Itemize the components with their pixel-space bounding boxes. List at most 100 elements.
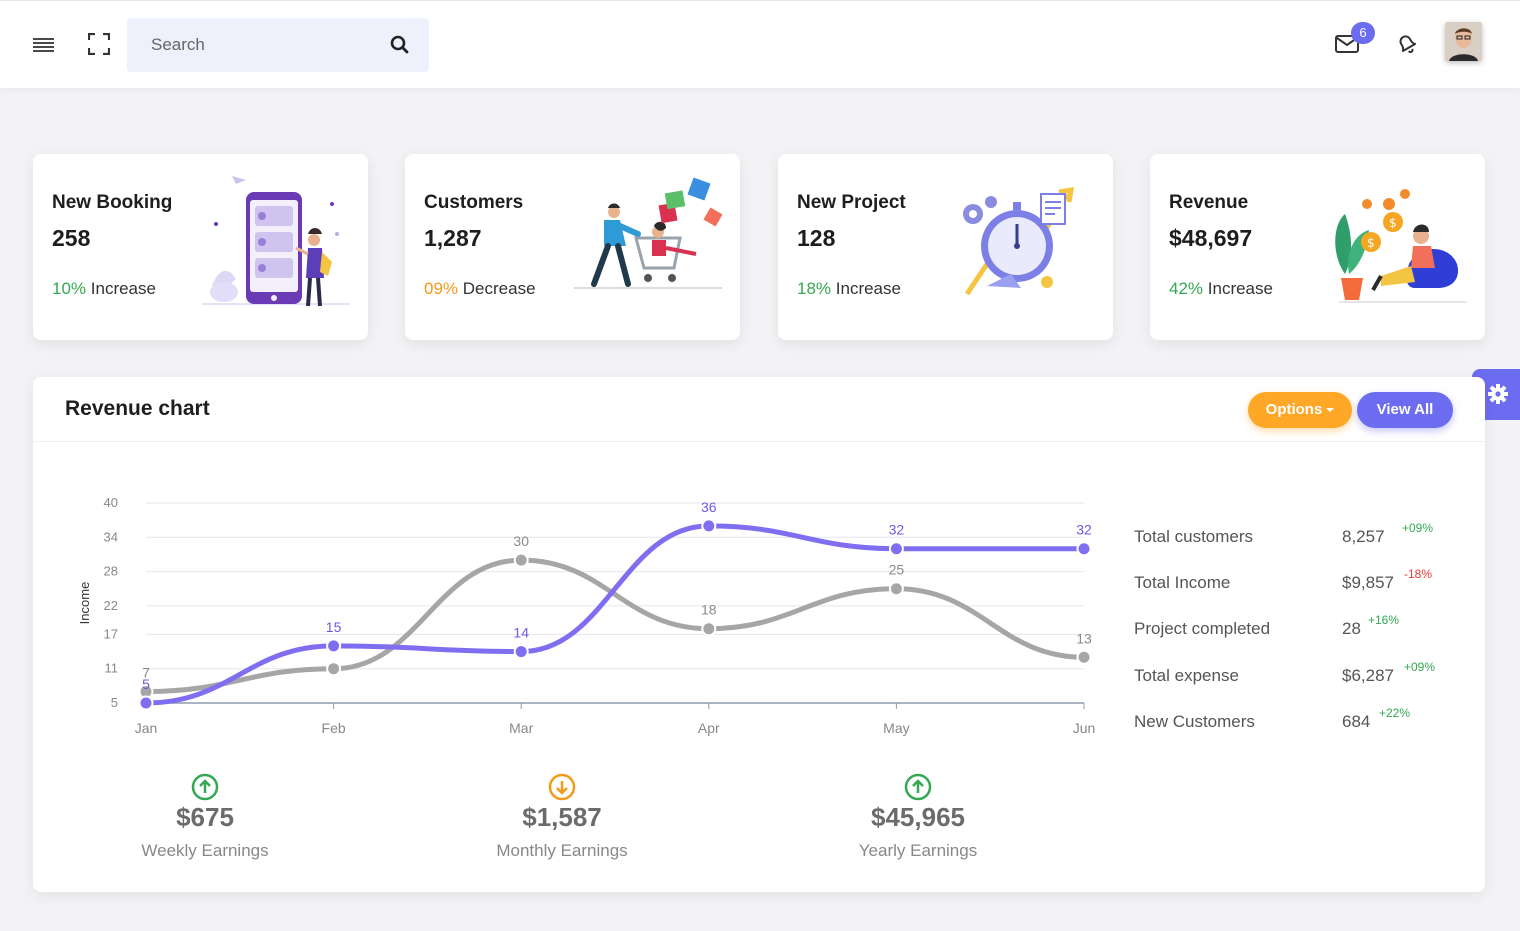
stat-label: Total customers (1134, 527, 1254, 546)
earning-label: Yearly Earnings (858, 841, 978, 860)
earning-label: Weekly Earnings (141, 841, 269, 860)
yearly-earnings: $45,965 Yearly Earnings (818, 772, 1018, 861)
user-avatar[interactable] (1445, 22, 1482, 61)
revenue-chart-panel: Revenue chart Options View All 5 11 17 22 28… (33, 377, 1485, 892)
stat-delta: +22% (1379, 706, 1411, 720)
stat-delta: +09% (1404, 660, 1436, 674)
data-point (326, 638, 342, 654)
card-change-word: Decrease (462, 279, 536, 298)
data-point (888, 581, 904, 597)
data-label: 36 (701, 499, 717, 515)
x-tick-label: Mar (509, 720, 533, 736)
booking-illustration (202, 176, 350, 307)
earning-amount: $45,965 (871, 802, 965, 832)
x-tick-label: Apr (698, 720, 720, 736)
arrow-up-circle-icon (191, 773, 219, 801)
stat-card-revenue: Revenue $48,697 42% Increase $ $ (1150, 154, 1485, 340)
stat-value: 28 (1342, 619, 1361, 638)
card-change-word: Increase (90, 279, 156, 298)
stat-row: Project completed 28 +16% (1134, 613, 1474, 643)
weekly-earnings: $675 Weekly Earnings (105, 772, 305, 861)
top-navbar: 6 (0, 0, 1520, 88)
x-tick-label: Jun (1073, 720, 1096, 736)
search-input[interactable] (127, 18, 377, 72)
earning-amount: $675 (176, 802, 234, 832)
options-label: Options (1265, 401, 1323, 418)
data-label: 30 (513, 533, 529, 549)
card-value: 258 (52, 225, 91, 251)
monthly-earnings: $1,587 Monthly Earnings (462, 772, 662, 861)
svg-text:$: $ (1389, 216, 1397, 230)
card-change: 18% Increase (797, 279, 901, 299)
stat-card-customers: Customers 1,287 09% Decrease (405, 154, 740, 340)
data-label: 13 (1076, 630, 1092, 646)
stat-label: New Customers (1134, 712, 1255, 731)
card-title: New Booking (52, 192, 173, 213)
stat-delta: +09% (1402, 521, 1434, 535)
y-tick-label: 40 (104, 495, 118, 510)
card-change: 42% Increase (1169, 279, 1273, 299)
data-point (888, 541, 904, 557)
y-axis-label: Income (77, 582, 92, 625)
x-tick-label: Jan (135, 720, 158, 736)
data-point (701, 621, 717, 637)
card-value: $48,697 (1169, 225, 1253, 251)
stat-value: 684 (1342, 712, 1371, 731)
data-point (326, 661, 342, 677)
stat-row: Total Income $9,857 -18% (1134, 567, 1474, 597)
stat-row: Total customers 8,257 +09% (1134, 521, 1474, 551)
stat-value: $6,287 (1342, 666, 1394, 685)
data-label: 32 (1076, 522, 1092, 538)
card-change: 09% Decrease (424, 279, 536, 299)
options-button[interactable]: Options (1248, 392, 1352, 428)
data-label: 14 (513, 625, 529, 641)
data-label: 32 (889, 522, 905, 538)
arrow-down-circle-icon (548, 773, 576, 801)
card-value: 128 (797, 225, 836, 251)
card-change-word: Increase (1207, 279, 1273, 298)
y-tick-label: 28 (104, 564, 118, 579)
data-label: 15 (326, 619, 342, 635)
data-label: 5 (142, 676, 150, 692)
card-change-percent: 09% (424, 279, 459, 298)
arrow-up-circle-icon (904, 773, 932, 801)
project-illustration (963, 186, 1075, 296)
y-tick-label: 11 (105, 661, 119, 676)
x-tick-label: Feb (322, 720, 346, 736)
y-tick-label: 34 (104, 529, 118, 544)
svg-text:$: $ (1367, 236, 1375, 250)
earning-label: Monthly Earnings (496, 841, 628, 860)
y-tick-label: 5 (111, 695, 118, 710)
stat-value: $9,857 (1342, 573, 1394, 592)
data-point (513, 552, 529, 568)
y-tick-label: 22 (104, 598, 118, 613)
mail-count-badge: 6 (1351, 22, 1375, 44)
data-point (1076, 649, 1092, 665)
card-change-percent: 42% (1169, 279, 1204, 298)
stat-delta: +16% (1368, 613, 1400, 627)
data-label: 25 (889, 562, 905, 578)
revenue-illustration: $ $ (1335, 189, 1467, 303)
x-tick-label: May (883, 720, 909, 736)
card-change: 10% Increase (52, 279, 156, 299)
stat-row: New Customers 684 +22% (1134, 706, 1474, 736)
card-value: 1,287 (424, 225, 482, 251)
earning-amount: $1,587 (522, 802, 602, 832)
stat-value: 8,257 (1342, 527, 1385, 546)
fullscreen-icon[interactable] (88, 33, 110, 55)
y-tick-label: 17 (104, 626, 118, 641)
caret-down-icon (1326, 408, 1335, 413)
view-all-button[interactable]: View All (1357, 392, 1453, 428)
series-line-0 (143, 557, 1087, 695)
data-point (513, 644, 529, 660)
search-icon[interactable] (389, 34, 411, 56)
data-point (1076, 541, 1092, 557)
bell-icon[interactable] (1394, 31, 1420, 57)
stat-label: Total Income (1134, 573, 1231, 592)
stat-card-new-project: New Project 128 18% Increase (778, 154, 1113, 340)
revenue-line-chart: 5111722283440Jan Feb Mar Apr May JunIncome730… (77, 495, 1096, 736)
data-point (701, 518, 717, 534)
menu-icon[interactable] (33, 38, 54, 52)
card-title: Revenue (1169, 192, 1249, 213)
card-change-word: Increase (835, 279, 901, 298)
